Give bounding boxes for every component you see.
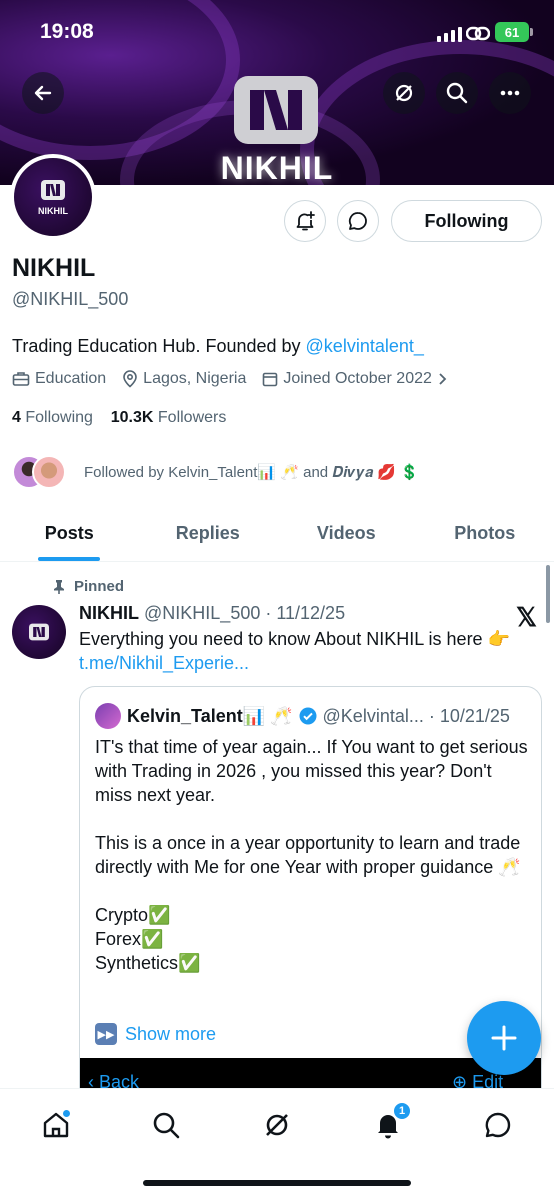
profile-avatar[interactable]: NIKHIL — [10, 154, 96, 240]
message-button[interactable] — [337, 200, 379, 242]
handle: @NIKHIL_500 — [12, 289, 129, 309]
show-more-link[interactable]: ▶▶ Show more — [95, 1023, 216, 1045]
location-label: Lagos, Nigeria — [143, 370, 247, 387]
location-icon — [123, 370, 137, 388]
grok-icon — [266, 1114, 288, 1136]
search-icon — [153, 1112, 180, 1139]
tab-photos[interactable]: Photos — [416, 506, 554, 561]
back-button[interactable] — [22, 72, 64, 114]
nav-home[interactable] — [36, 1105, 76, 1145]
grok-button[interactable] — [383, 72, 425, 114]
briefcase-icon — [12, 372, 30, 386]
following-count-link[interactable]: 4 Following — [12, 409, 93, 426]
battery-indicator: 61 — [495, 22, 533, 42]
tab-posts[interactable]: Posts — [0, 506, 139, 561]
bio-mention-link[interactable]: @kelvintalent_ — [306, 336, 424, 356]
brand-logo-icon — [29, 623, 49, 641]
nav-messages[interactable] — [478, 1105, 518, 1145]
chevron-right-icon — [439, 373, 447, 385]
signal-icon — [437, 27, 462, 42]
link-icon — [466, 26, 490, 41]
post-avatar[interactable] — [12, 605, 66, 659]
joined-item[interactable]: Joined October 2022 — [262, 370, 447, 388]
avatar — [32, 455, 66, 489]
show-more-label: Show more — [125, 1023, 217, 1044]
profile-tabs: Posts Replies Videos Photos — [0, 506, 554, 562]
post-author[interactable]: NIKHIL — [79, 603, 139, 623]
profile-banner[interactable]: NIKHIL 19:08 61 — [0, 0, 554, 185]
joined-label: Joined October 2022 — [283, 370, 432, 387]
post-meta: @NIKHIL_500 · 11/12/25 — [144, 603, 346, 623]
quote-author: Kelvin_Talent📊 🥂 — [127, 705, 293, 726]
verified-icon — [299, 707, 317, 725]
home-unread-dot — [62, 1109, 71, 1118]
following-button[interactable]: Following — [391, 200, 542, 242]
back-arrow-icon — [34, 85, 52, 101]
home-indicator — [143, 1180, 411, 1186]
status-bar: 19:08 61 — [0, 0, 554, 66]
search-button[interactable] — [436, 72, 478, 114]
brand-logo-icon — [41, 180, 65, 200]
bio: Trading Education Hub. Founded by @kelvi… — [12, 336, 424, 357]
tab-videos[interactable]: Videos — [277, 506, 416, 561]
grok-icon — [395, 84, 413, 102]
pinned-indicator: Pinned — [52, 578, 124, 595]
more-icon — [500, 90, 520, 96]
more-button[interactable] — [489, 72, 531, 114]
message-icon — [485, 1112, 511, 1138]
category-item: Education — [12, 370, 106, 388]
search-icon — [446, 82, 468, 104]
avatar-label: NIKHIL — [38, 206, 68, 216]
followers-count-link[interactable]: 10.3K Followers — [111, 409, 227, 426]
followed-by[interactable]: Followed by Kelvin_Talent📊 🥂 and 𝑫𝒊𝒗𝒚𝒂 💋… — [12, 452, 419, 492]
location-item: Lagos, Nigeria — [122, 370, 246, 388]
brand-logo-icon — [234, 76, 318, 144]
scrollbar[interactable] — [546, 565, 550, 623]
post-body: Everything you need to know About NIKHIL… — [79, 629, 510, 649]
nav-notifications[interactable]: 1 — [368, 1101, 412, 1145]
quote-meta: @Kelvintal... · 10/21/25 — [322, 705, 510, 726]
pinned-label: Pinned — [74, 578, 125, 595]
compose-plus-icon — [491, 1025, 517, 1051]
display-name: NIKHIL — [12, 254, 96, 282]
pin-icon — [54, 579, 64, 594]
status-time: 19:08 — [40, 20, 94, 43]
post-header: NIKHIL @NIKHIL_500 · 11/12/25 — [79, 603, 345, 624]
nav-grok[interactable] — [257, 1105, 297, 1145]
nav-search[interactable] — [146, 1105, 186, 1145]
fast-forward-icon: ▶▶ — [95, 1023, 117, 1045]
quote-body: IT's that time of year again... If You w… — [95, 737, 528, 973]
message-icon — [348, 212, 367, 230]
quote-header: Kelvin_Talent📊 🥂 @Kelvintal... · 10/21/2… — [95, 703, 510, 729]
follow-counts: 4 Following 10.3K Followers — [12, 409, 226, 427]
compose-button[interactable] — [467, 1001, 541, 1075]
post-text: Everything you need to know About NIKHIL… — [79, 627, 549, 675]
tab-replies[interactable]: Replies — [139, 506, 278, 561]
notifications-badge: 1 — [392, 1101, 412, 1121]
bio-text: Trading Education Hub. Founded by — [12, 336, 306, 356]
profile-meta: Education Lagos, Nigeria Joined October … — [12, 370, 463, 388]
calendar-icon — [263, 372, 278, 387]
avatar — [95, 703, 121, 729]
post-link[interactable]: t.me/Nikhil_Experie... — [79, 653, 249, 673]
category-label: Education — [35, 370, 107, 387]
followed-by-text: Followed by Kelvin_Talent📊 🥂 and 𝑫𝒊𝒗𝒚𝒂 💋… — [84, 464, 419, 481]
notifications-toggle-button[interactable] — [284, 200, 326, 242]
add-notification-icon — [296, 211, 315, 231]
